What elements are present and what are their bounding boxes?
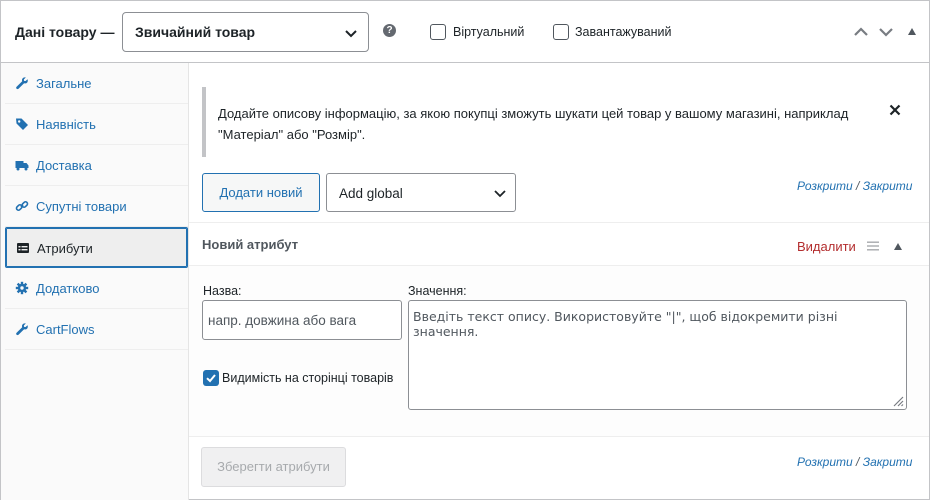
expand-all-link[interactable]: Розкрити bbox=[797, 179, 853, 193]
chevron-down-icon bbox=[494, 190, 506, 198]
sidebar-item-linked-products[interactable]: Супутні товари bbox=[5, 186, 188, 227]
attribute-name-label: Назва: bbox=[203, 284, 242, 298]
panel-title: Дані товару — bbox=[15, 24, 115, 40]
sidebar-item-advanced[interactable]: Додатково bbox=[5, 268, 188, 309]
downloadable-checkbox[interactable] bbox=[553, 24, 569, 40]
virtual-checkbox[interactable] bbox=[430, 24, 446, 40]
product-type-value: Звичайний товар bbox=[135, 24, 256, 40]
product-data-tabs: Загальне Наявність Доставка Супутні това… bbox=[1, 63, 189, 500]
expand-all-link[interactable]: Розкрити bbox=[797, 455, 853, 469]
add-new-attribute-button[interactable]: Додати новий bbox=[202, 173, 320, 212]
link-icon bbox=[15, 200, 29, 212]
sidebar-item-label: Атрибути bbox=[37, 241, 93, 256]
product-data-header: Дані товару — Звичайний товар ? Віртуаль… bbox=[1, 1, 929, 63]
visibility-checkbox[interactable] bbox=[203, 370, 219, 386]
virtual-label: Віртуальний bbox=[453, 25, 525, 39]
product-type-select[interactable]: Звичайний товар bbox=[122, 12, 369, 52]
product-data-panel: Дані товару — Звичайний товар ? Віртуаль… bbox=[0, 0, 930, 500]
sidebar-item-label: Супутні товари bbox=[36, 199, 127, 214]
truck-icon bbox=[15, 161, 29, 171]
attributes-info-notice: Додайте описову інформацію, за якою поку… bbox=[202, 87, 913, 157]
close-all-link[interactable]: Закрити bbox=[863, 179, 913, 193]
sidebar-item-label: Наявність bbox=[36, 117, 96, 132]
close-icon[interactable] bbox=[888, 103, 902, 117]
chevron-down-icon bbox=[345, 30, 357, 38]
attribute-body: Назва: Значення: Видимість на сторінці т… bbox=[189, 266, 929, 437]
sidebar-item-label: CartFlows bbox=[36, 322, 95, 337]
close-all-link[interactable]: Закрити bbox=[863, 455, 913, 469]
wrench-icon bbox=[16, 323, 28, 336]
sidebar-item-cartflows[interactable]: CartFlows bbox=[5, 309, 188, 350]
sidebar-item-label: Додатково bbox=[36, 281, 100, 296]
wrench-icon bbox=[16, 77, 28, 90]
sidebar-item-label: Доставка bbox=[36, 158, 92, 173]
save-attributes-button[interactable]: Зберегти атрибути bbox=[201, 447, 346, 487]
sidebar-item-general[interactable]: Загальне bbox=[5, 63, 188, 104]
chevron-down-icon[interactable] bbox=[878, 25, 894, 39]
link-separator: / bbox=[856, 179, 860, 193]
attribute-header[interactable]: Новий атрибут Видалити bbox=[189, 222, 929, 266]
question-circle-icon[interactable]: ? bbox=[383, 24, 396, 37]
global-attribute-select[interactable]: Add global bbox=[326, 173, 516, 212]
drag-handle-icon[interactable] bbox=[867, 241, 879, 251]
sidebar-item-inventory[interactable]: Наявність bbox=[5, 104, 188, 145]
sidebar-item-attributes[interactable]: Атрибути bbox=[5, 227, 188, 268]
list-table-icon bbox=[17, 243, 29, 253]
attribute-name-input[interactable] bbox=[202, 300, 402, 340]
chevron-up-icon[interactable] bbox=[853, 25, 869, 39]
link-separator: / bbox=[856, 455, 860, 469]
notice-text: Додайте описову інформацію, за якою поку… bbox=[218, 106, 849, 142]
sidebar-item-shipping[interactable]: Доставка bbox=[5, 145, 188, 186]
attribute-values-label: Значення: bbox=[408, 284, 467, 298]
expand-close-links: Розкрити / Закрити bbox=[797, 455, 912, 469]
sidebar-item-label: Загальне bbox=[36, 76, 92, 91]
downloadable-label: Завантажуваний bbox=[575, 25, 672, 39]
attribute-values-input[interactable] bbox=[408, 300, 907, 410]
remove-attribute-link[interactable]: Видалити bbox=[797, 239, 856, 254]
checkmark-icon bbox=[206, 374, 216, 383]
toggle-arrow-up-icon[interactable] bbox=[894, 243, 902, 250]
expand-close-links: Розкрити / Закрити bbox=[797, 179, 912, 193]
visibility-label: Видимість на сторінці товарів bbox=[222, 371, 394, 385]
toggle-arrow-up-icon[interactable] bbox=[908, 28, 916, 35]
tag-icon bbox=[16, 118, 28, 130]
resize-grip-icon[interactable] bbox=[891, 394, 904, 407]
attribute-title: Новий атрибут bbox=[202, 237, 299, 252]
global-attribute-value: Add global bbox=[339, 186, 403, 201]
gear-icon bbox=[15, 281, 29, 295]
